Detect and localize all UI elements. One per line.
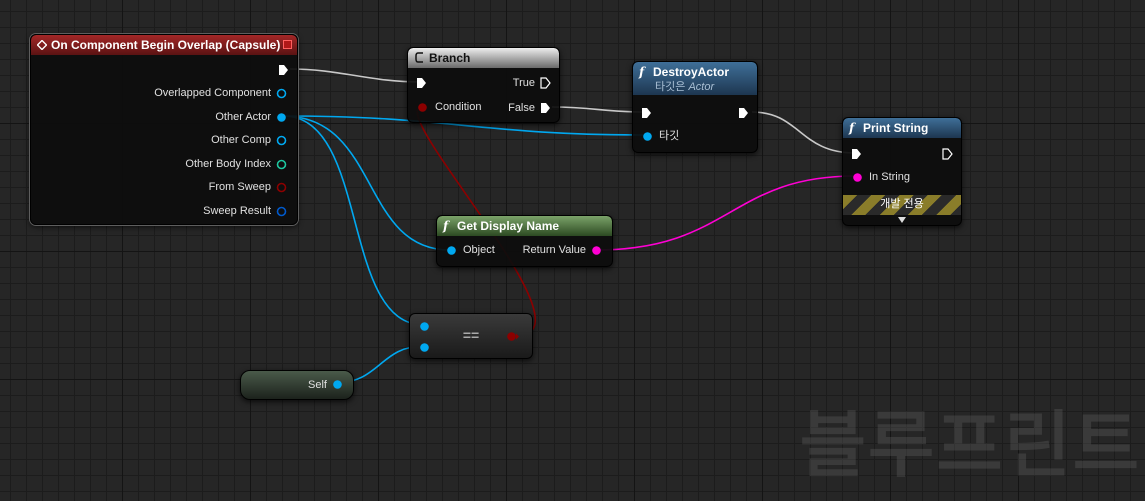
get-name-return-label: Return Value [522,244,586,256]
branch-header[interactable]: Branch [408,48,559,68]
destroy-actor-header[interactable]: f DestroyActor 타깃은 Actor [633,62,757,95]
destroy-actor-subtitle-prefix: 타깃은 [655,81,686,93]
equals-node[interactable]: == [409,313,533,359]
print-string-title: Print String [863,121,929,135]
branch-condition-label: Condition [435,101,482,113]
event-close-icon [283,40,292,49]
development-only-banner: 개발 전용 [843,195,961,215]
pin-label-from-sweep: From Sweep [208,181,271,193]
destroy-actor-node[interactable]: f DestroyActor 타깃은 Actor 타깃 [632,61,758,153]
branch-true-label: True [512,77,535,89]
branch-icon [415,52,423,63]
get-name-object-pin[interactable] [446,245,457,256]
get-display-name-header[interactable]: f Get Display Name [437,216,612,236]
int-pin-other-body-index[interactable] [276,159,287,170]
pin-label-other-body-index: Other Body Index [185,158,271,170]
branch-title: Branch [429,51,471,65]
destroy-exec-in-pin[interactable] [641,107,652,119]
branch-false-label: False [508,102,535,114]
development-only-label: 개발 전용 [880,198,924,210]
destroy-exec-out-pin[interactable] [738,107,749,119]
string-wire-name-to-print [595,175,856,251]
get-display-name-node[interactable]: f Get Display Name Object Return Value [436,215,613,267]
destroy-actor-subtitle-class: Actor [688,81,715,93]
equals-input-b-pin[interactable] [419,342,430,353]
begin-overlap-event-node[interactable]: On Component Begin Overlap (Capsule) Ove… [30,34,298,225]
get-name-object-label: Object [463,244,495,256]
self-output-pin[interactable] [332,379,343,390]
object-wire-actor-to-getname [282,115,451,251]
exec-wire-event-to-branch [289,68,421,83]
get-name-return-pin[interactable] [591,245,602,256]
branch-condition-pin[interactable] [417,102,428,113]
function-icon: f [639,65,645,79]
self-label: Self [308,379,327,391]
event-diamond-icon [36,39,48,51]
pin-label-overlapped-component: Overlapped Component [154,87,271,99]
exec-wire-destroy-to-print [751,111,856,154]
object-pin-overlapped-component[interactable] [276,88,287,99]
begin-overlap-title: On Component Begin Overlap (Capsule) [51,38,281,52]
print-exec-in-pin[interactable] [851,148,862,160]
print-in-string-label: In String [869,171,910,183]
branch-false-exec-pin[interactable] [540,102,551,114]
equals-output-pin[interactable] [506,331,520,342]
expand-arrow-icon[interactable] [898,217,906,223]
begin-overlap-header[interactable]: On Component Begin Overlap (Capsule) [31,35,297,55]
blueprint-watermark: 블루프린트 [799,403,1141,487]
pin-label-other-actor: Other Actor [215,111,271,123]
print-exec-out-pin[interactable] [942,148,953,160]
print-string-header[interactable]: f Print String [843,118,961,138]
object-pin-other-actor[interactable] [276,112,287,123]
object-pin-other-comp[interactable] [276,135,287,146]
function-icon: f [849,121,855,135]
struct-pin-sweep-result[interactable] [276,206,287,217]
pin-label-sweep-result: Sweep Result [203,205,271,217]
get-display-name-title: Get Display Name [457,219,560,233]
destroy-actor-subtitle: 타깃은 Actor [639,81,757,93]
print-in-string-pin[interactable] [852,172,863,183]
pin-label-other-comp: Other Comp [211,134,271,146]
branch-exec-in-pin[interactable] [416,77,427,89]
print-string-node[interactable]: f Print String In String 개발 전용 [842,117,962,226]
exec-out-pin[interactable] [278,64,289,76]
self-node[interactable]: Self [240,370,354,400]
object-wire-actor-to-equals [282,115,425,326]
branch-node[interactable]: Branch True Condition False [407,47,560,123]
bool-pin-from-sweep[interactable] [276,182,287,193]
destroy-target-label: 타깃 [659,130,680,142]
destroy-actor-title: DestroyActor [653,65,730,79]
function-icon: f [443,219,449,233]
branch-true-exec-pin[interactable] [540,77,551,89]
destroy-target-pin[interactable] [642,131,653,142]
